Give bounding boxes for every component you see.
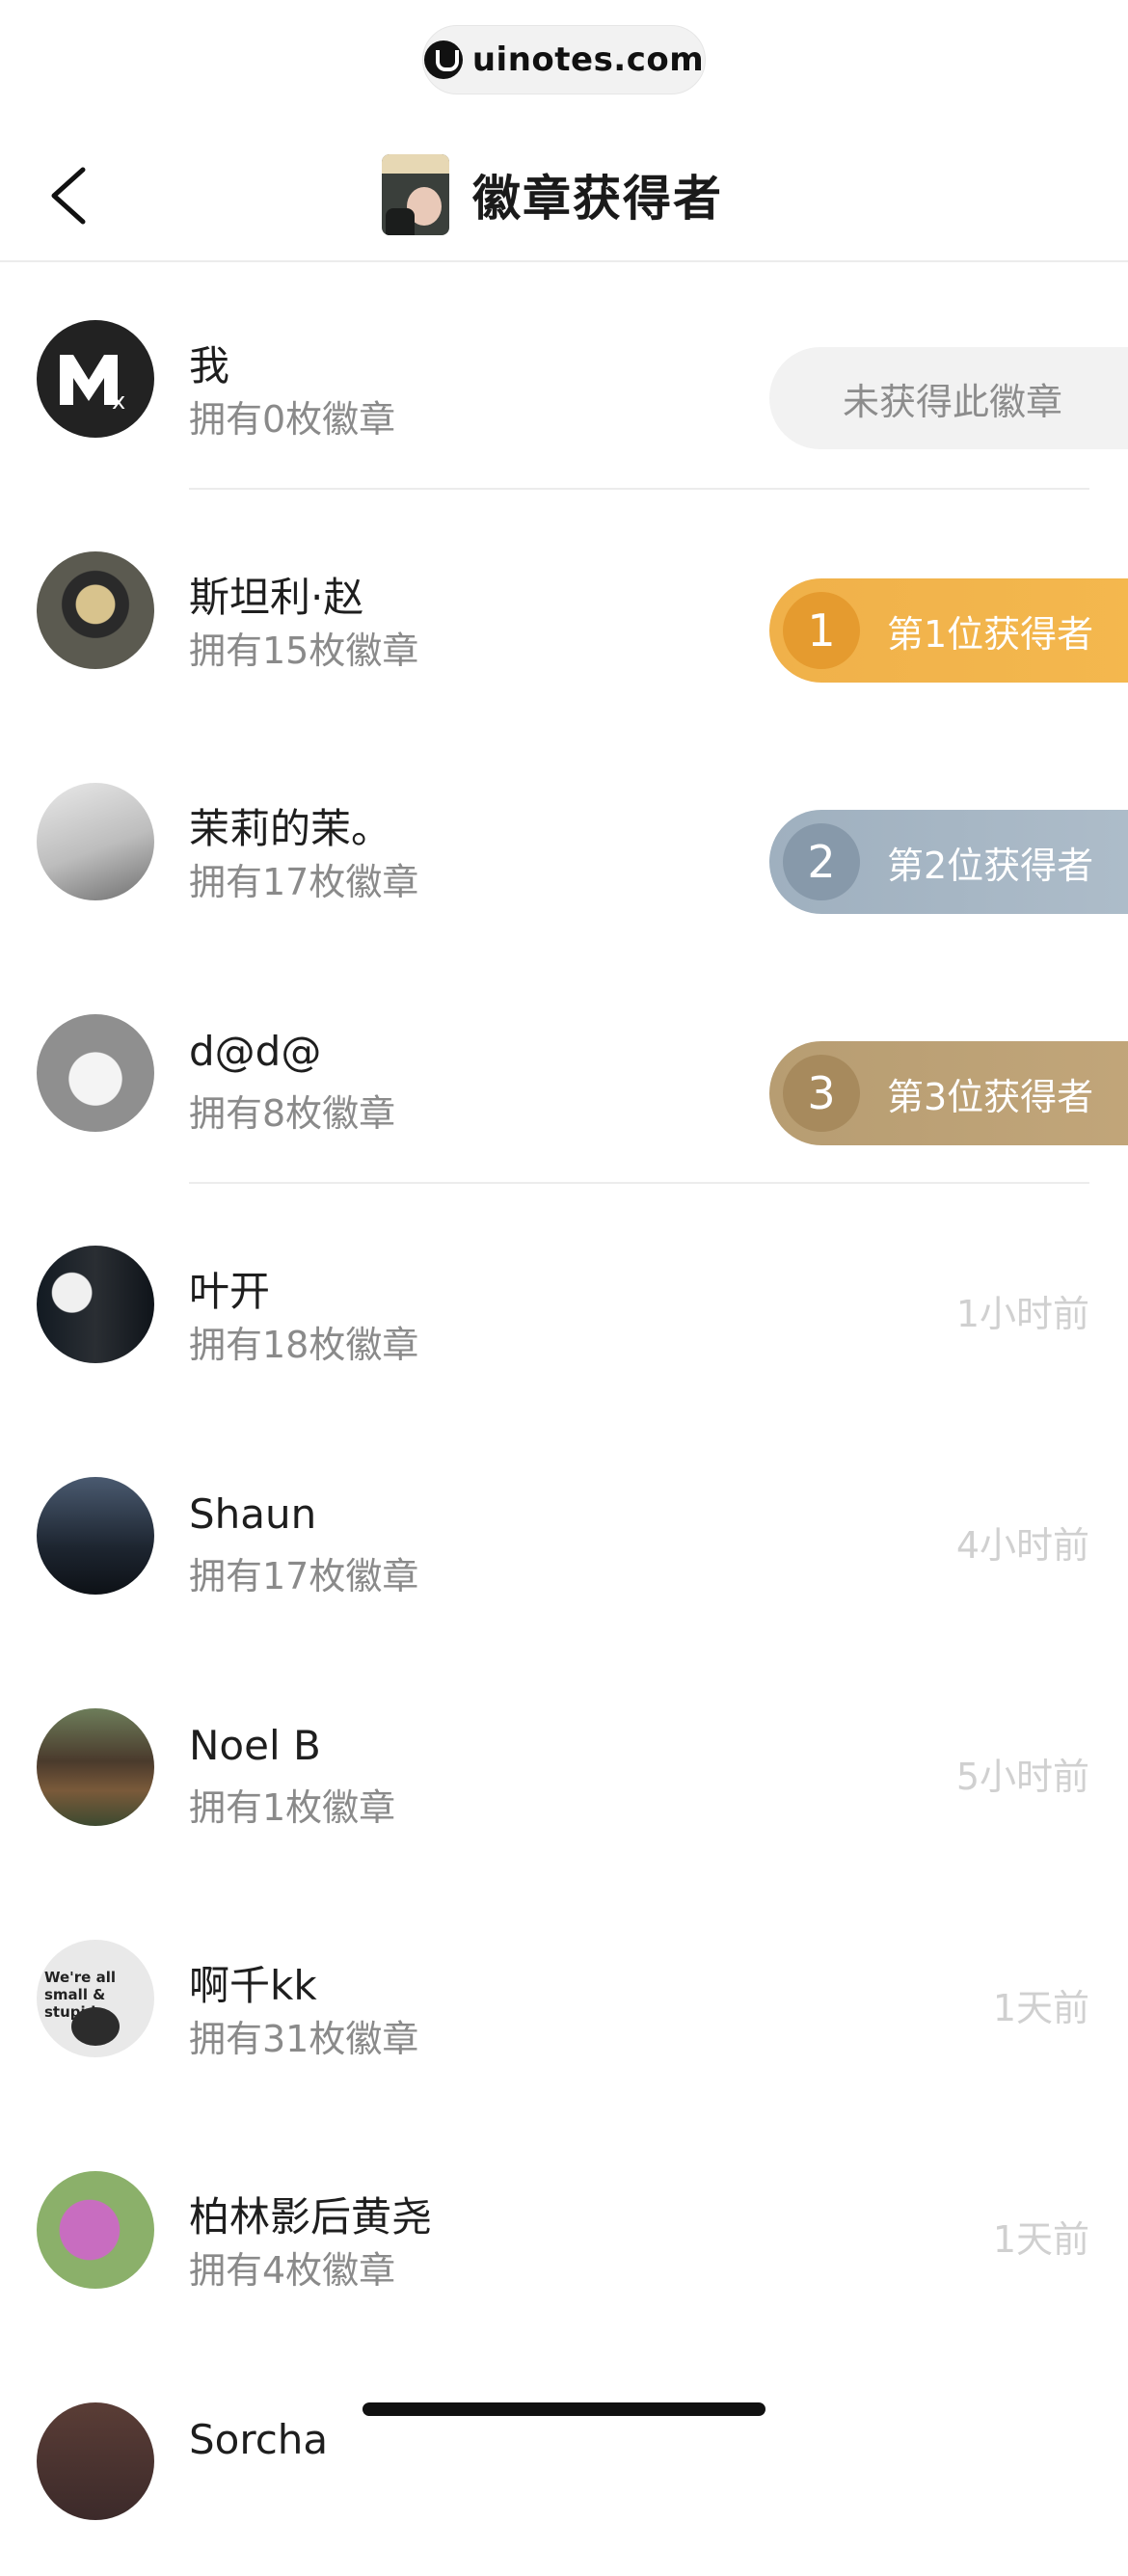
rank-badge-1: 1 第1位获得者 [769, 578, 1128, 683]
badge-count: 拥有8枚徽章 [189, 1092, 396, 1135]
badge-count: 拥有1枚徽章 [189, 1786, 396, 1829]
uinotes-logo-icon [423, 40, 463, 79]
user-name: Noel B [189, 1722, 321, 1769]
timestamp: 1天前 [992, 2218, 1089, 2261]
timestamp: 1天前 [992, 1987, 1089, 2029]
rank-number: 2 [783, 823, 860, 900]
avatar[interactable] [37, 2402, 154, 2520]
list-item[interactable]: We're all small & stupid. 啊千kk 拥有31枚徽章 1… [0, 1882, 1128, 2113]
rank-label: 第1位获得者 [887, 612, 1094, 656]
avatar[interactable] [37, 1708, 154, 1826]
list-item-rank-2[interactable]: 茉莉的茉。 拥有17枚徽章 2 第2位获得者 [0, 725, 1128, 956]
list-item[interactable]: 叶开 拥有18枚徽章 1小时前 [0, 1188, 1128, 1419]
svg-text:x: x [112, 388, 125, 415]
home-indicator[interactable] [363, 2402, 765, 2416]
user-name: 叶开 [189, 1268, 271, 1315]
badge-image [382, 154, 449, 235]
user-name: Shaun [189, 1490, 317, 1538]
timestamp: 4小时前 [955, 1524, 1089, 1567]
avatar[interactable] [37, 1014, 154, 1132]
title-group: 徽章获得者 [382, 154, 723, 235]
badge-count: 拥有18枚徽章 [189, 1324, 419, 1366]
user-name: 啊千kk [189, 1962, 317, 2009]
avatar[interactable] [37, 783, 154, 900]
badge-count: 拥有17枚徽章 [189, 1555, 419, 1597]
avatar[interactable] [37, 551, 154, 669]
watermark-text: uinotes.com [471, 40, 705, 79]
badge-count: 拥有15枚徽章 [189, 630, 419, 672]
user-name: d@d@ [189, 1028, 322, 1075]
not-earned-badge: 未获得此徽章 [769, 347, 1128, 449]
user-name: 我 [189, 342, 230, 389]
nav-bar: 徽章获得者 [0, 125, 1128, 262]
timestamp: 5小时前 [955, 1756, 1089, 1798]
list-item[interactable]: Sorcha [0, 2345, 1128, 2576]
badge-count: 拥有4枚徽章 [189, 2249, 396, 2292]
rank-label: 第2位获得者 [887, 844, 1094, 887]
avatar[interactable] [37, 2171, 154, 2289]
list-item[interactable]: Noel B 拥有1枚徽章 5小时前 [0, 1650, 1128, 1882]
list-item-me[interactable]: x 我 拥有0枚徽章 未获得此徽章 [0, 262, 1128, 494]
rank-number: 1 [783, 592, 860, 669]
user-name: 柏林影后黄尧 [189, 2193, 433, 2241]
badge-count: 拥有0枚徽章 [189, 398, 396, 441]
rank-label: 第3位获得者 [887, 1075, 1094, 1118]
user-name: Sorcha [189, 2416, 329, 2463]
badge-count: 拥有17枚徽章 [189, 861, 419, 903]
divider [189, 1182, 1089, 1184]
user-name: 斯坦利·赵 [189, 574, 364, 621]
back-icon[interactable] [40, 162, 98, 229]
divider [189, 488, 1089, 490]
list-item-rank-3[interactable]: d@d@ 拥有8枚徽章 3 第3位获得者 [0, 956, 1128, 1188]
avatar[interactable]: x [37, 320, 154, 438]
rank-badge-3: 3 第3位获得者 [769, 1041, 1128, 1145]
list-item[interactable]: 柏林影后黄尧 拥有4枚徽章 1天前 [0, 2113, 1128, 2345]
avatar[interactable]: We're all small & stupid. [37, 1940, 154, 2057]
page-title: 徽章获得者 [472, 171, 723, 227]
list-item[interactable]: Shaun 拥有17枚徽章 4小时前 [0, 1419, 1128, 1650]
avatar[interactable] [37, 1246, 154, 1363]
rank-number: 3 [783, 1055, 860, 1132]
timestamp: 1小时前 [955, 1293, 1089, 1335]
watermark-pill: uinotes.com [422, 25, 706, 94]
rank-badge-2: 2 第2位获得者 [769, 810, 1128, 914]
badge-count: 拥有31枚徽章 [189, 2018, 419, 2060]
list-item-rank-1[interactable]: 斯坦利·赵 拥有15枚徽章 1 第1位获得者 [0, 494, 1128, 725]
user-name: 茉莉的茉。 [189, 805, 392, 852]
avatar[interactable] [37, 1477, 154, 1595]
